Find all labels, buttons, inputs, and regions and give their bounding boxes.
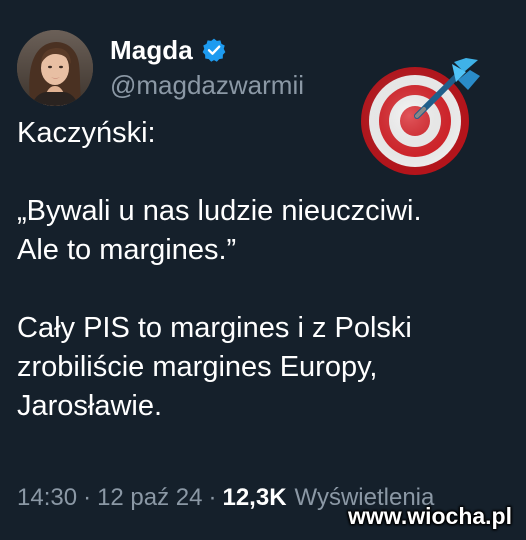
site-watermark: www.wiocha.pl xyxy=(348,503,512,529)
tweet-line: Kaczyński: xyxy=(17,117,156,149)
tweet-date[interactable]: 12 paź 24 xyxy=(97,484,202,512)
meta-separator: · xyxy=(83,484,92,511)
verified-badge-icon xyxy=(201,37,227,63)
views-count[interactable]: 12,3K xyxy=(222,484,286,512)
avatar-photo xyxy=(17,30,93,106)
tweet-time[interactable]: 14:30 xyxy=(17,484,77,512)
tweet-line: Cały PIS to margines i z Polski xyxy=(17,312,412,344)
tweet-card: Magda @magdazwarmii Kaczyński: „Bywali u… xyxy=(0,0,526,540)
tweet-line: „Bywali u nas ludzie nieuczciwi. xyxy=(17,195,422,227)
author-handle[interactable]: @magdazwarmii xyxy=(110,70,304,101)
author-name-row: Magda xyxy=(110,33,227,67)
tweet-line: Jarosławie. xyxy=(17,390,163,422)
meta-separator: · xyxy=(208,484,217,511)
tweet-line: Ale to margines.” xyxy=(17,234,237,266)
avatar[interactable] xyxy=(17,30,93,106)
author-display-name[interactable]: Magda xyxy=(110,35,193,66)
tweet-line: zrobiliście margines Europy, xyxy=(17,351,378,383)
tweet-text: Kaczyński: „Bywali u nas ludzie nieuczci… xyxy=(17,114,517,426)
